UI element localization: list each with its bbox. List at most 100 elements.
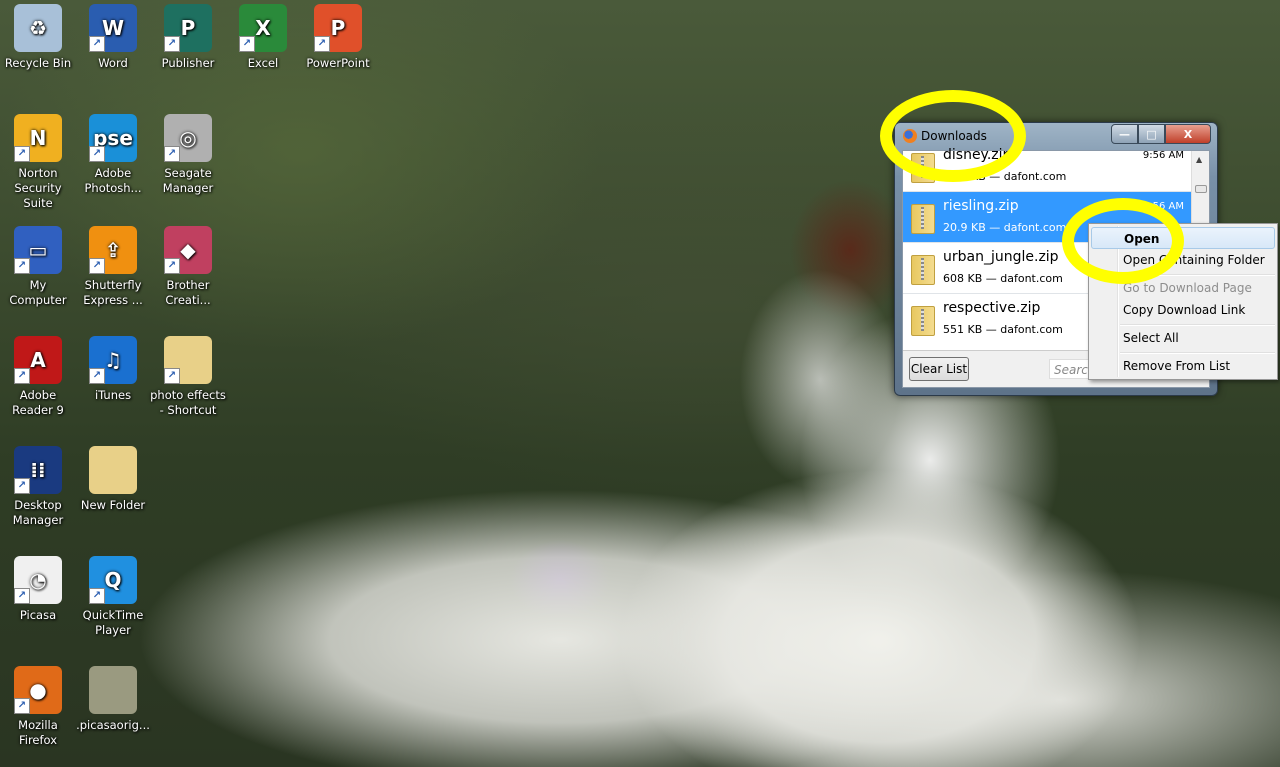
download-filename: urban_jungle.zip: [943, 249, 1059, 265]
download-meta: 20.9 KB — dafont.com: [943, 221, 1067, 234]
shortcut-arrow-icon: ↗: [14, 698, 30, 714]
desktop-icon[interactable]: ▭ ↗ My Computer: [0, 226, 76, 308]
shortcut-arrow-icon: ↗: [14, 478, 30, 494]
download-meta: 65.4 KB — dafont.com: [943, 170, 1067, 183]
menu-separator: [1120, 274, 1275, 276]
maximize-icon: □: [1146, 127, 1157, 141]
desktop-icon[interactable]: ↗ photo effects - Shortcut: [150, 336, 226, 418]
word-icon: W ↗: [89, 4, 137, 52]
desktop-icon[interactable]: ● ↗ Mozilla Firefox: [0, 666, 76, 748]
desktop-icon[interactable]: P ↗ PowerPoint: [300, 4, 376, 71]
shortcut-arrow-icon: ↗: [89, 258, 105, 274]
computer-icon: ▭ ↗: [14, 226, 62, 274]
desktop-icon[interactable]: Q ↗ QuickTime Player: [75, 556, 151, 638]
seagate-icon: ◎ ↗: [164, 114, 212, 162]
download-meta: 608 KB — dafont.com: [943, 272, 1063, 285]
menu-item[interactable]: Open: [1091, 227, 1275, 249]
desktop-icon-label: Shutterfly Express ...: [83, 278, 143, 307]
desktop-icon[interactable]: W ↗ Word: [75, 4, 151, 71]
download-filename: respective.zip: [943, 300, 1041, 316]
shortcut-arrow-icon: ↗: [14, 146, 30, 162]
shortcut-arrow-icon: ↗: [164, 36, 180, 52]
desktop-icon-label: QuickTime Player: [82, 608, 144, 637]
menu-separator: [1120, 352, 1275, 354]
menu-separator: [1120, 324, 1275, 326]
download-time: 9:56 AM: [1142, 150, 1184, 161]
shortcut-arrow-icon: ↗: [89, 588, 105, 604]
brother-creative-icon: ◆ ↗: [164, 226, 212, 274]
desktop-icon-label: Picasa: [19, 608, 57, 622]
desktop-icon[interactable]: New Folder: [75, 446, 151, 513]
blackberry-icon: ⁞⁞ ↗: [14, 446, 62, 494]
zip-file-icon: [911, 255, 935, 285]
desktop-icon-label: Publisher: [161, 56, 215, 70]
desktop-icon-label: iTunes: [94, 388, 132, 402]
zip-file-icon: [911, 306, 935, 336]
desktop-icon[interactable]: ♻ Recycle Bin: [0, 4, 76, 71]
firefox-icon: ● ↗: [14, 666, 62, 714]
itunes-icon: ♫ ↗: [89, 336, 137, 384]
desktop-icon[interactable]: .picasaorig...: [75, 666, 151, 733]
desktop-icon-label: Desktop Manager: [12, 498, 64, 527]
desktop-icon-label: Excel: [247, 56, 279, 70]
desktop-icon-label: Word: [98, 56, 128, 70]
desktop-icon-label: Norton Security Suite: [14, 166, 62, 210]
desktop-icon[interactable]: X ↗ Excel: [225, 4, 301, 71]
shortcut-arrow-icon: ↗: [164, 258, 180, 274]
desktop-icon-label: Adobe Reader 9: [12, 388, 64, 417]
desktop-icon-label: Seagate Manager: [162, 166, 214, 195]
folder-icon: [89, 666, 137, 714]
context-menu: Open Open Containing Folder Go to Download…: [1088, 223, 1278, 380]
scroll-up-icon[interactable]: ▲: [1196, 155, 1202, 164]
desktop-icon[interactable]: ◆ ↗ Brother Creati...: [150, 226, 226, 308]
menu-item[interactable]: Select All: [1091, 327, 1275, 349]
download-filename: riesling.zip: [943, 198, 1019, 214]
desktop-icon-label: photo effects - Shortcut: [150, 388, 226, 417]
photoshop-elements-icon: pse ↗: [89, 114, 137, 162]
desktop-icon-label: New Folder: [80, 498, 146, 512]
desktop-icon-label: Brother Creati...: [165, 278, 211, 307]
recycle-bin-icon: ♻: [14, 4, 62, 52]
picasa-icon: ◔ ↗: [14, 556, 62, 604]
adobe-reader-icon: A ↗: [14, 336, 62, 384]
desktop-icon-label: .picasaorig...: [76, 718, 150, 732]
menu-item: Go to Download Page: [1123, 281, 1252, 295]
desktop-icon-label: Mozilla Firefox: [18, 718, 58, 747]
desktop-icon[interactable]: P ↗ Publisher: [150, 4, 226, 71]
shortcut-arrow-icon: ↗: [89, 36, 105, 52]
menu-item[interactable]: Copy Download Link: [1091, 299, 1275, 321]
shortcut-arrow-icon: ↗: [239, 36, 255, 52]
shutterfly-icon: ⇪ ↗: [89, 226, 137, 274]
publisher-icon: P ↗: [164, 4, 212, 52]
desktop-icon-label: Adobe Photosh...: [84, 166, 142, 195]
desktop-icon-label: Recycle Bin: [4, 56, 72, 70]
desktop-icon[interactable]: ♫ ↗ iTunes: [75, 336, 151, 403]
clear-list-button[interactable]: Clear List: [909, 357, 969, 381]
shortcut-arrow-icon: ↗: [14, 258, 30, 274]
desktop-icon[interactable]: ⇪ ↗ Shutterfly Express ...: [75, 226, 151, 308]
excel-icon: X ↗: [239, 4, 287, 52]
zip-file-icon: [911, 204, 935, 234]
minimize-icon: —: [1119, 127, 1130, 141]
download-item[interactable]: disney.zip 65.4 KB — dafont.com 9:56 AM: [903, 141, 1192, 192]
folder-icon: ↗: [164, 336, 212, 384]
desktop-icon[interactable]: pse ↗ Adobe Photosh...: [75, 114, 151, 196]
quicktime-icon: Q ↗: [89, 556, 137, 604]
shortcut-arrow-icon: ↗: [164, 146, 180, 162]
folder-icon: [89, 446, 137, 494]
shortcut-arrow-icon: ↗: [14, 368, 30, 384]
desktop-icon[interactable]: A ↗ Adobe Reader 9: [0, 336, 76, 418]
shortcut-arrow-icon: ↗: [164, 368, 180, 384]
norton-icon: N ↗: [14, 114, 62, 162]
desktop-icon[interactable]: ◎ ↗ Seagate Manager: [150, 114, 226, 196]
scrollbar-thumb[interactable]: [1195, 185, 1207, 193]
desktop-icon[interactable]: ⁞⁞ ↗ Desktop Manager: [0, 446, 76, 528]
desktop-icon-label: PowerPoint: [306, 56, 370, 70]
shortcut-arrow-icon: ↗: [89, 368, 105, 384]
desktop-icon[interactable]: N ↗ Norton Security Suite: [0, 114, 76, 211]
desktop-icon[interactable]: ◔ ↗ Picasa: [0, 556, 76, 623]
menu-item[interactable]: Remove From List: [1091, 355, 1275, 377]
download-meta: 551 KB — dafont.com: [943, 323, 1063, 336]
menu-item[interactable]: Open Containing Folder: [1091, 249, 1275, 271]
close-icon: X: [1183, 127, 1193, 141]
